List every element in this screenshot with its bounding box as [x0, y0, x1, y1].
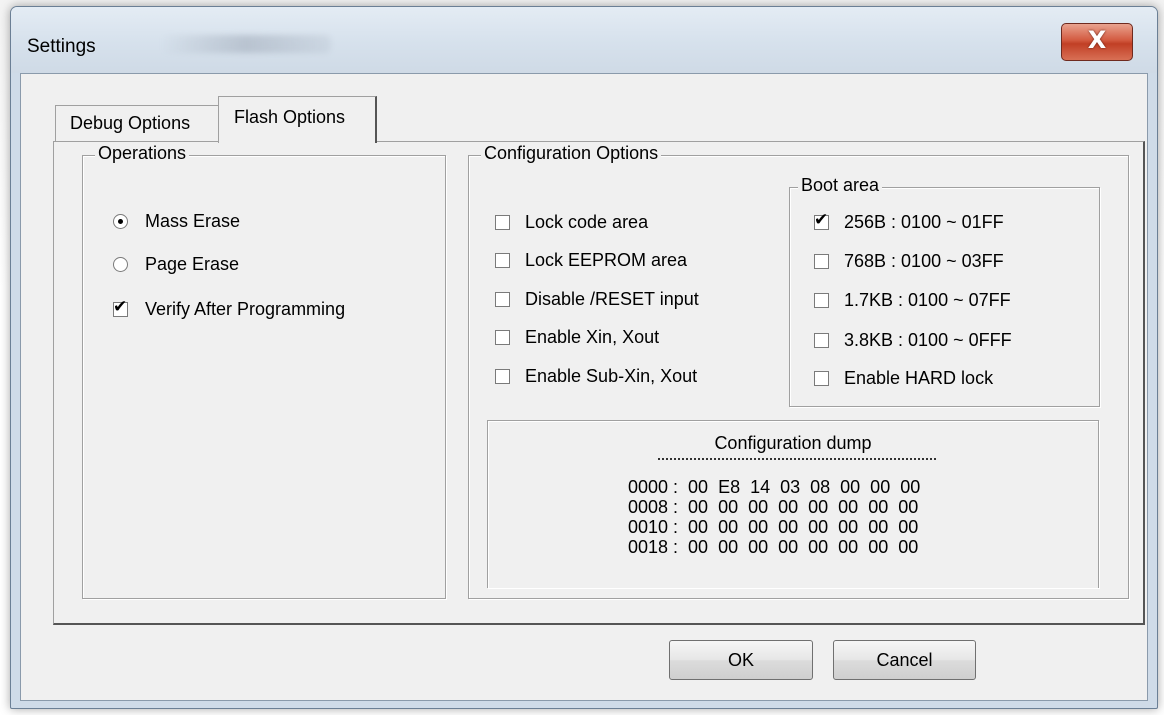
- window-title: Settings: [27, 36, 96, 57]
- boot-3-8kb-label: 3.8KB : 0100 ~ 0FFF: [844, 330, 1012, 350]
- boot-256b-label: 256B : 0100 ~ 01FF: [844, 212, 1004, 232]
- enable-sub-xin-xout-label: Enable Sub-Xin, Xout: [525, 366, 698, 386]
- verify-after-programming-label: Verify After Programming: [145, 299, 346, 319]
- lock-code-area-label: Lock code area: [525, 212, 649, 232]
- enable-xin-xout-label: Enable Xin, Xout: [525, 327, 660, 347]
- blurred-background-text: [161, 35, 331, 53]
- flash-options-panel: Operations Mass Erase Page Erase ✔ Verif…: [53, 141, 1145, 625]
- dump-line: 0010 : 00 00 00 00 00 00 00 00: [628, 517, 919, 537]
- checkbox-icon: [495, 215, 510, 230]
- cancel-button[interactable]: Cancel: [833, 640, 976, 680]
- dump-line: 0000 : 00 E8 14 03 08 00 00 00: [628, 477, 921, 497]
- checkbox-icon: ✔: [113, 297, 128, 317]
- boot-768b-label: 768B : 0100 ~ 03FF: [844, 251, 1004, 271]
- check-icon: ✔: [113, 297, 128, 317]
- check-icon: ✔: [814, 210, 829, 230]
- dialog-client-area: Debug Options Flash Options Operations M…: [20, 73, 1148, 701]
- title-bar[interactable]: Settings X: [11, 7, 1157, 73]
- configuration-dump-box: Configuration dump 0000 : 00 E8 14 03 08…: [487, 420, 1099, 588]
- checkbox-icon: ✔: [814, 210, 829, 230]
- checkbox-icon: [495, 330, 510, 345]
- checkbox-icon: [814, 293, 829, 308]
- ok-button[interactable]: OK: [669, 640, 813, 680]
- checkbox-icon: [495, 292, 510, 307]
- boot-1-7kb-label: 1.7KB : 0100 ~ 07FF: [844, 290, 1011, 310]
- configuration-options-group: Configuration Options Lock code area Loc…: [468, 143, 1129, 599]
- close-icon: X: [1087, 26, 1107, 54]
- enable-hard-lock-label: Enable HARD lock: [844, 368, 994, 388]
- dump-line: 0018 : 00 00 00 00 00 00 00 00: [628, 537, 919, 557]
- checkbox-icon: [814, 333, 829, 348]
- dump-line: 0008 : 00 00 00 00 00 00 00 00: [628, 497, 919, 517]
- checkbox-icon: [495, 369, 510, 384]
- checkbox-icon: [814, 371, 829, 386]
- tab-debug-options[interactable]: Debug Options: [55, 105, 220, 142]
- configuration-options-legend: Configuration Options: [481, 143, 662, 164]
- radio-button-icon: [113, 214, 128, 229]
- checkbox-icon: [814, 254, 829, 269]
- radio-selected-dot: [118, 219, 123, 224]
- settings-dialog: Settings X Debug Options Flash Options O…: [10, 6, 1158, 709]
- radio-button-icon: [113, 257, 128, 272]
- operations-group: Operations Mass Erase Page Erase ✔ Verif…: [82, 143, 446, 599]
- disable-reset-input-label: Disable /RESET input: [525, 289, 699, 309]
- dump-separator: [658, 458, 936, 460]
- configuration-dump-title: Configuration dump: [714, 433, 872, 453]
- boot-area-group: Boot area ✔ 256B : 0100 ~ 01FF 768B : 01…: [789, 175, 1100, 407]
- boot-area-legend: Boot area: [798, 175, 883, 196]
- tab-flash-options[interactable]: Flash Options: [218, 96, 377, 143]
- lock-eeprom-area-label: Lock EEPROM area: [525, 250, 688, 270]
- checkbox-icon: [495, 253, 510, 268]
- configuration-dump-lines: 0000 : 00 E8 14 03 08 00 00 00 0008 : 00 …: [628, 477, 920, 557]
- close-button[interactable]: X: [1061, 23, 1133, 61]
- page-erase-label: Page Erase: [145, 254, 240, 274]
- operations-legend: Operations: [95, 143, 190, 164]
- mass-erase-label: Mass Erase: [145, 211, 241, 231]
